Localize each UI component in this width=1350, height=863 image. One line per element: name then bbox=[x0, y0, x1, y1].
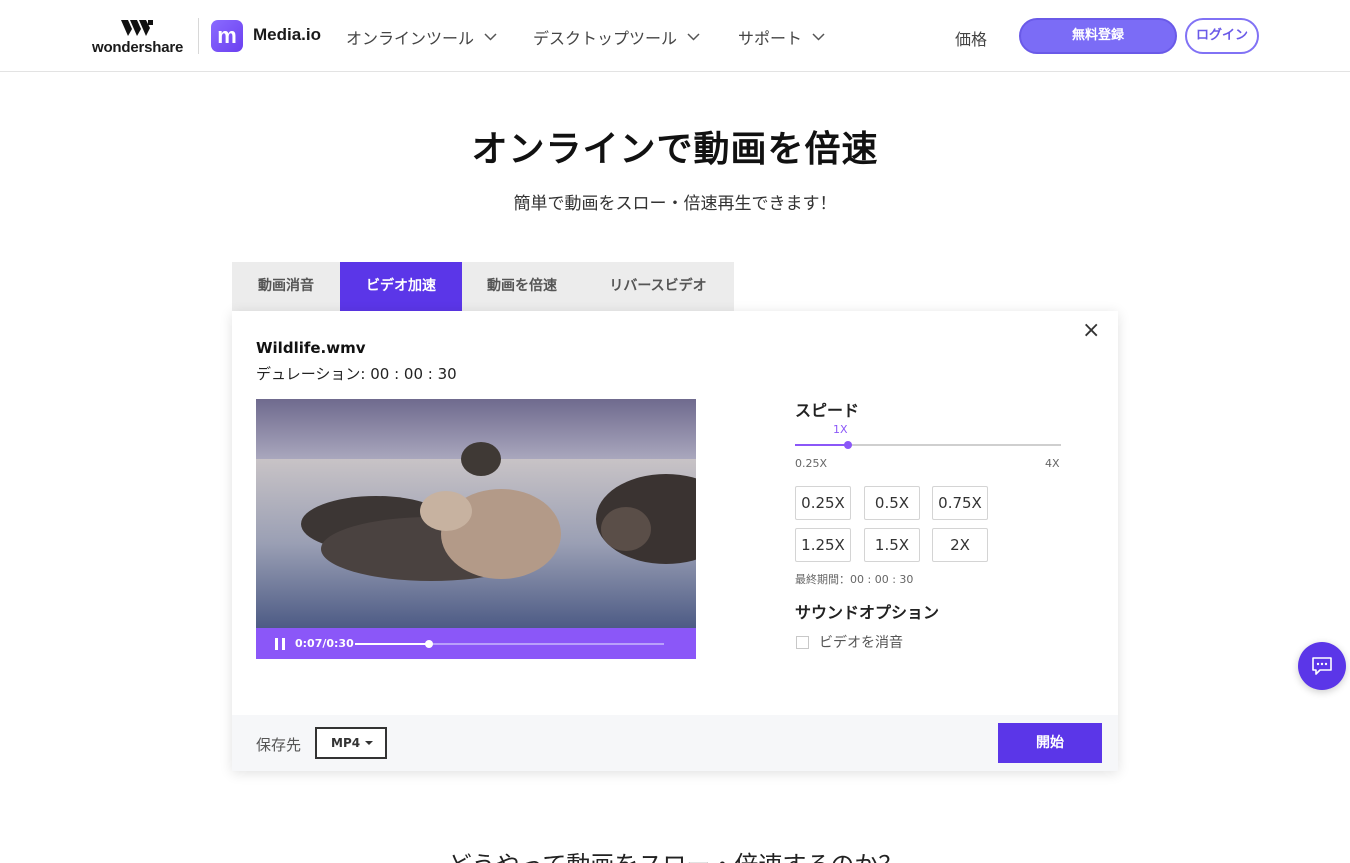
close-icon[interactable]: × bbox=[1082, 320, 1100, 342]
nav-desktop-tools-label: デスクトップツール bbox=[533, 29, 678, 48]
speed-option-2x[interactable]: 2X bbox=[932, 528, 988, 562]
video-player[interactable]: 0:07/0:30 bbox=[256, 399, 696, 659]
wondershare-logo[interactable]: wondershare bbox=[92, 18, 184, 58]
wondershare-logo-text: wondershare bbox=[92, 39, 184, 56]
header-divider bbox=[198, 18, 199, 54]
nav-desktop-tools[interactable]: デスクトップツール bbox=[533, 25, 700, 49]
sound-options-heading: サウンドオプション bbox=[795, 603, 940, 622]
speed-slider-fill bbox=[795, 444, 849, 446]
speed-slider-handle[interactable] bbox=[844, 441, 853, 449]
chevron-down-icon bbox=[484, 33, 497, 41]
save-format-label: 保存先 bbox=[256, 736, 302, 754]
nav-online-tools[interactable]: オンラインツール bbox=[346, 25, 497, 49]
chevron-down-icon bbox=[687, 33, 700, 41]
start-button[interactable]: 開始 bbox=[998, 723, 1102, 763]
nav-online-tools-label: オンラインツール bbox=[346, 29, 475, 48]
pause-icon[interactable] bbox=[274, 637, 286, 651]
speed-slider[interactable] bbox=[795, 441, 1061, 449]
how-to-heading: どうやって動画をスロー・倍速するのか？ bbox=[0, 845, 1350, 863]
wondershare-mark-icon bbox=[121, 20, 153, 36]
file-name: Wildlife.wmv bbox=[256, 339, 366, 357]
speed-option-0-75x[interactable]: 0.75X bbox=[932, 486, 988, 520]
speed-heading: スピード bbox=[795, 401, 860, 420]
mute-video-checkbox[interactable] bbox=[796, 636, 809, 649]
tab-video-speed[interactable]: 動画を倍速 bbox=[462, 262, 582, 311]
speed-max-label: 4X bbox=[1045, 457, 1060, 470]
mute-video-label[interactable]: ビデオを消音 bbox=[819, 632, 903, 652]
video-frame bbox=[256, 399, 696, 628]
chevron-down-icon bbox=[812, 33, 825, 41]
tab-reverse-video[interactable]: リバースビデオ bbox=[582, 262, 734, 311]
speed-option-0-5x[interactable]: 0.5X bbox=[864, 486, 920, 520]
nav-support-label: サポート bbox=[738, 29, 803, 48]
editor-footer: 保存先 MP4 開始 bbox=[232, 715, 1118, 771]
tab-video-speedup[interactable]: ビデオ加速 bbox=[340, 262, 462, 311]
speed-current-value: 1X bbox=[833, 423, 848, 436]
seek-handle[interactable] bbox=[425, 640, 434, 648]
speed-option-1-25x[interactable]: 1.25X bbox=[795, 528, 851, 562]
seek-progress bbox=[355, 643, 430, 645]
tool-tabs: 動画消音 ビデオ加速 動画を倍速 リバースビデオ bbox=[232, 262, 734, 311]
speed-option-1-5x[interactable]: 1.5X bbox=[864, 528, 920, 562]
site-header: wondershare m Media.io オンラインツール デスクトップツー… bbox=[0, 0, 1350, 72]
signup-button[interactable]: 無料登録 bbox=[1019, 18, 1177, 54]
mediaio-brand-name[interactable]: Media.io bbox=[253, 25, 321, 45]
player-controls: 0:07/0:30 bbox=[256, 628, 696, 659]
tab-mute-video[interactable]: 動画消音 bbox=[232, 262, 340, 311]
page-title: オンラインで動画を倍速 bbox=[471, 129, 879, 170]
chat-bubble-icon bbox=[1312, 657, 1332, 675]
format-select-value: MP4 bbox=[331, 736, 361, 750]
speed-option-0-25x[interactable]: 0.25X bbox=[795, 486, 851, 520]
speed-min-label: 0.25X bbox=[795, 457, 828, 470]
nav-pricing[interactable]: 価格 bbox=[955, 26, 987, 50]
seek-bar[interactable] bbox=[355, 640, 664, 648]
video-duration: デュレーション: 00 : 00 : 30 bbox=[256, 365, 457, 383]
nav-support[interactable]: サポート bbox=[738, 25, 825, 49]
final-duration: 最終期間：00 : 00 : 30 bbox=[795, 573, 914, 586]
page-subtitle: 簡単で動画をスロー・倍速再生できます！ bbox=[513, 194, 837, 214]
mediaio-logo-icon[interactable]: m bbox=[211, 20, 243, 52]
caret-down-icon bbox=[365, 741, 373, 745]
editor-card: × Wildlife.wmv デュレーション: 00 : 00 : 30 0:0… bbox=[232, 311, 1118, 771]
chat-button[interactable] bbox=[1298, 642, 1346, 690]
format-select[interactable]: MP4 bbox=[315, 727, 387, 759]
playback-time: 0:07/0:30 bbox=[295, 637, 354, 650]
login-button[interactable]: ログイン bbox=[1185, 18, 1259, 54]
